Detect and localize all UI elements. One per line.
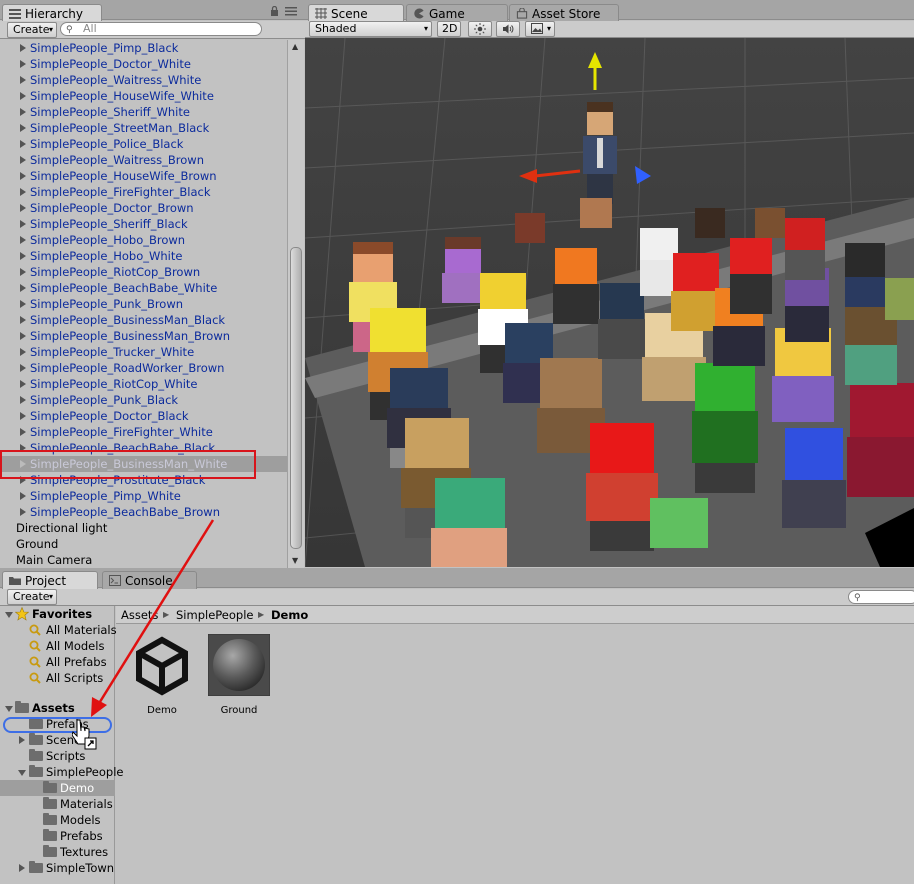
drag-cursor-icon xyxy=(72,719,97,750)
drag-annotation-arrow xyxy=(91,519,215,717)
